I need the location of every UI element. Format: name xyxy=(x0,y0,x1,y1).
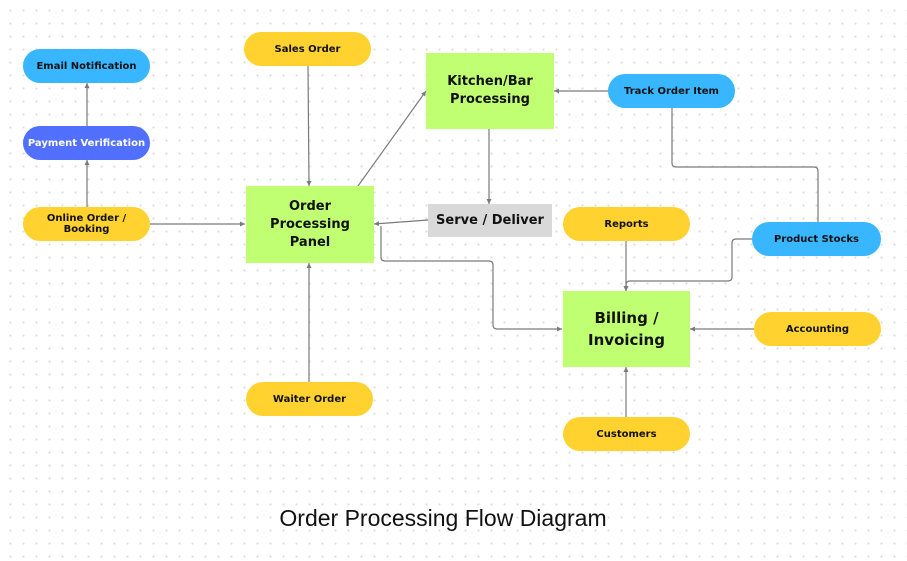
node-label: Product Stocks xyxy=(774,233,859,245)
node-label: Accounting xyxy=(785,323,850,335)
node-label: Online Order / Booking xyxy=(46,213,127,235)
node-online-order-booking[interactable]: Online Order / Booking xyxy=(23,207,150,241)
node-product-stocks[interactable]: Product Stocks xyxy=(752,222,881,256)
node-track-order-item[interactable]: Track Order Item xyxy=(608,74,735,108)
edge-track-to-stocks xyxy=(671,108,819,222)
node-accounting[interactable]: Accounting xyxy=(754,312,881,346)
node-billing-invoicing[interactable]: Billing / Invoicing xyxy=(563,291,690,367)
node-email-notification[interactable]: Email Notification xyxy=(23,49,150,83)
node-label: Email Notification xyxy=(36,60,137,72)
node-label: Track Order Item xyxy=(624,85,719,97)
node-label: Kitchen/Bar Processing xyxy=(447,74,533,107)
node-reports[interactable]: Reports xyxy=(563,207,690,241)
node-order-processing-panel[interactable]: Order Processing Panel xyxy=(246,186,374,263)
edge-stocks-to-billing xyxy=(623,238,752,291)
edge-sales-to-panel xyxy=(306,65,312,187)
edge-panel-to-kitchen xyxy=(357,90,427,187)
edge-panel-to-billing xyxy=(380,226,562,332)
node-payment-verification[interactable]: Payment Verification xyxy=(23,126,150,160)
node-serve-deliver[interactable]: Serve / Deliver xyxy=(428,204,552,237)
node-label: Customers xyxy=(596,428,657,440)
node-label: Waiter Order xyxy=(272,393,347,405)
node-label: Serve / Deliver xyxy=(436,213,544,228)
node-label: Billing / Invoicing xyxy=(588,309,665,349)
node-label: Payment Verification xyxy=(27,137,146,149)
node-kitchen-bar-processing[interactable]: Kitchen/Bar Processing xyxy=(426,53,554,129)
node-customers[interactable]: Customers xyxy=(563,417,690,451)
node-label: Sales Order xyxy=(274,43,341,55)
node-label: Order Processing Panel xyxy=(270,198,350,250)
edge-serve-to-panel xyxy=(373,219,429,227)
diagram-title: Order Processing Flow Diagram xyxy=(279,505,607,531)
node-waiter-order[interactable]: Waiter Order xyxy=(246,382,373,416)
node-label: Reports xyxy=(604,218,649,230)
node-sales-order[interactable]: Sales Order xyxy=(244,32,371,66)
